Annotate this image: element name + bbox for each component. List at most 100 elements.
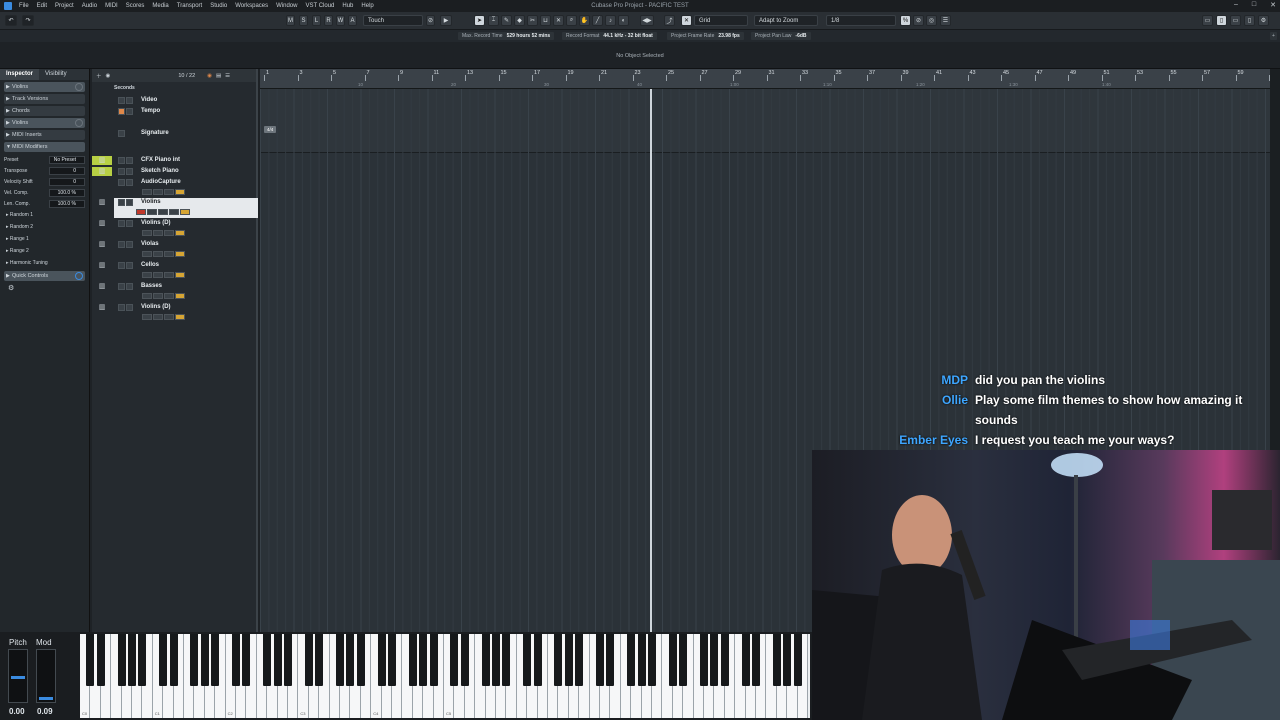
black-key[interactable] xyxy=(648,634,656,686)
redo-icon[interactable]: ↷ xyxy=(22,15,34,26)
quick-controls-icon[interactable] xyxy=(75,272,83,280)
display-icon[interactable]: ▤ xyxy=(216,73,221,79)
black-key[interactable] xyxy=(596,634,604,686)
black-key[interactable] xyxy=(700,634,708,686)
edit-instrument-button[interactable] xyxy=(175,314,185,320)
quantize-toggle-icon[interactable]: % xyxy=(900,15,911,26)
record-enable-button[interactable] xyxy=(142,293,152,299)
monitor-button[interactable] xyxy=(147,209,157,215)
settings-gear-icon[interactable]: ⚙ xyxy=(8,284,81,292)
mute-tool-icon[interactable]: ✕ xyxy=(553,15,564,26)
black-key[interactable] xyxy=(190,634,199,686)
menu-project[interactable]: Project xyxy=(51,3,78,9)
track-violins-d-2[interactable]: Violins (D) xyxy=(114,303,258,323)
quantize-select[interactable]: 1/8 xyxy=(826,15,896,26)
edit-icon[interactable] xyxy=(75,83,83,91)
cursor-icon[interactable]: ⤴ xyxy=(664,15,675,26)
add-track-icon[interactable]: ＋ xyxy=(96,72,102,80)
tempo-track-toggle[interactable] xyxy=(118,108,125,115)
track-basses[interactable]: Basses xyxy=(114,282,258,302)
solo-button[interactable] xyxy=(126,108,133,115)
layout-icon[interactable]: ▭ xyxy=(1202,15,1213,26)
solo-button[interactable] xyxy=(126,283,133,290)
black-key[interactable] xyxy=(793,634,802,686)
menu-workspaces[interactable]: Workspaces xyxy=(231,3,272,9)
black-key[interactable] xyxy=(564,634,573,686)
monitor-button[interactable] xyxy=(153,272,163,278)
track-tempo[interactable]: Tempo xyxy=(114,107,258,118)
black-key[interactable] xyxy=(554,634,563,686)
mute-button[interactable] xyxy=(118,241,125,248)
track-presets-icon[interactable]: ◉ xyxy=(106,73,111,79)
track-sketch-piano[interactable]: Sketch Piano xyxy=(114,167,258,178)
read-button[interactable] xyxy=(164,230,174,236)
solo-button[interactable] xyxy=(126,168,133,175)
menu-midi[interactable]: MIDI xyxy=(101,3,122,9)
monitor-button[interactable] xyxy=(153,251,163,257)
automation-button[interactable]: A xyxy=(348,15,357,26)
track-violins-d[interactable]: Violins (D) xyxy=(114,219,258,239)
inspector-section-track-versions[interactable]: ▶ Track Versions xyxy=(4,94,85,104)
mixer-icon[interactable]: ☰ xyxy=(940,15,951,26)
menu-window[interactable]: Window xyxy=(272,3,301,9)
hand-tool-icon[interactable]: ✋ xyxy=(579,15,590,26)
color-tool-icon[interactable]: ◐ xyxy=(618,15,629,26)
black-key[interactable] xyxy=(741,634,750,686)
black-key[interactable] xyxy=(533,634,542,686)
grid-mode-select[interactable]: Adapt to Zoom xyxy=(754,15,818,26)
piano-keyboard[interactable]: C0 C1 C2 C3 C4 C5 xyxy=(80,634,810,718)
subsection-harmonic-tuning[interactable]: ▸ Harmonic Tuning xyxy=(4,257,85,269)
zoom-tool-icon[interactable]: ⌕ xyxy=(566,15,577,26)
black-key[interactable] xyxy=(356,634,365,686)
time-display-format[interactable]: Seconds xyxy=(114,85,135,91)
preset-select[interactable]: No Preset xyxy=(49,155,85,164)
edit-instrument-button[interactable] xyxy=(175,230,185,236)
black-key[interactable] xyxy=(304,634,313,686)
iterative-quantize-icon[interactable]: ⊘ xyxy=(913,15,924,26)
status-frame-rate[interactable]: Project Frame Rate 23.98 fps xyxy=(667,32,744,40)
edit-instrument-button[interactable] xyxy=(180,209,190,215)
mute-button[interactable] xyxy=(118,168,125,175)
mute-button[interactable] xyxy=(118,157,125,164)
pencil-tool-icon[interactable]: ✎ xyxy=(501,15,512,26)
subsection-random-2[interactable]: ▸ Random 2 xyxy=(4,221,85,233)
edit-instrument-button[interactable] xyxy=(175,272,185,278)
read-button[interactable] xyxy=(164,251,174,257)
record-enable-button[interactable] xyxy=(142,189,152,195)
solo-button[interactable] xyxy=(126,97,133,104)
constrain-icon[interactable]: ⊘ xyxy=(426,15,435,26)
track-audiocapture[interactable]: AudioCapture xyxy=(114,178,258,198)
inspector-section-quick-controls[interactable]: ▶ Quick Controls xyxy=(4,271,85,281)
black-key[interactable] xyxy=(138,634,147,686)
mod-wheel[interactable] xyxy=(36,649,56,703)
black-key[interactable] xyxy=(96,634,105,686)
solo-button[interactable] xyxy=(126,241,133,248)
black-key[interactable] xyxy=(637,634,646,686)
line-tool-icon[interactable]: ╱ xyxy=(592,15,603,26)
filter-icon[interactable]: ☰ xyxy=(225,73,230,79)
menu-edit[interactable]: Edit xyxy=(33,3,51,9)
time-signature-event[interactable]: 4/4 xyxy=(264,126,277,133)
menu-scores[interactable]: Scores xyxy=(122,3,149,9)
snap-toggle-icon[interactable]: ✕ xyxy=(681,15,692,26)
read-button[interactable]: R xyxy=(324,15,333,26)
black-key[interactable] xyxy=(273,634,282,686)
track-video[interactable]: Video xyxy=(114,96,258,107)
record-enable-button[interactable] xyxy=(142,230,152,236)
nudge-icon[interactable]: ◀▶ xyxy=(640,15,654,26)
black-key[interactable] xyxy=(627,634,636,686)
track-violas[interactable]: Violas xyxy=(114,240,258,260)
monitor-button[interactable] xyxy=(153,314,163,320)
pointer-tool-icon[interactable]: ➤ xyxy=(474,15,485,26)
read-button[interactable] xyxy=(158,209,168,215)
monitor-button[interactable] xyxy=(153,189,163,195)
black-key[interactable] xyxy=(492,634,500,686)
listen-button[interactable]: L xyxy=(312,15,321,26)
black-key[interactable] xyxy=(211,634,220,686)
mute-button[interactable] xyxy=(118,262,125,269)
black-key[interactable] xyxy=(481,634,490,686)
solo-button[interactable] xyxy=(126,262,133,269)
black-key[interactable] xyxy=(159,634,168,686)
black-key[interactable] xyxy=(242,634,251,686)
autoscroll-icon[interactable]: ▶ xyxy=(440,15,452,26)
